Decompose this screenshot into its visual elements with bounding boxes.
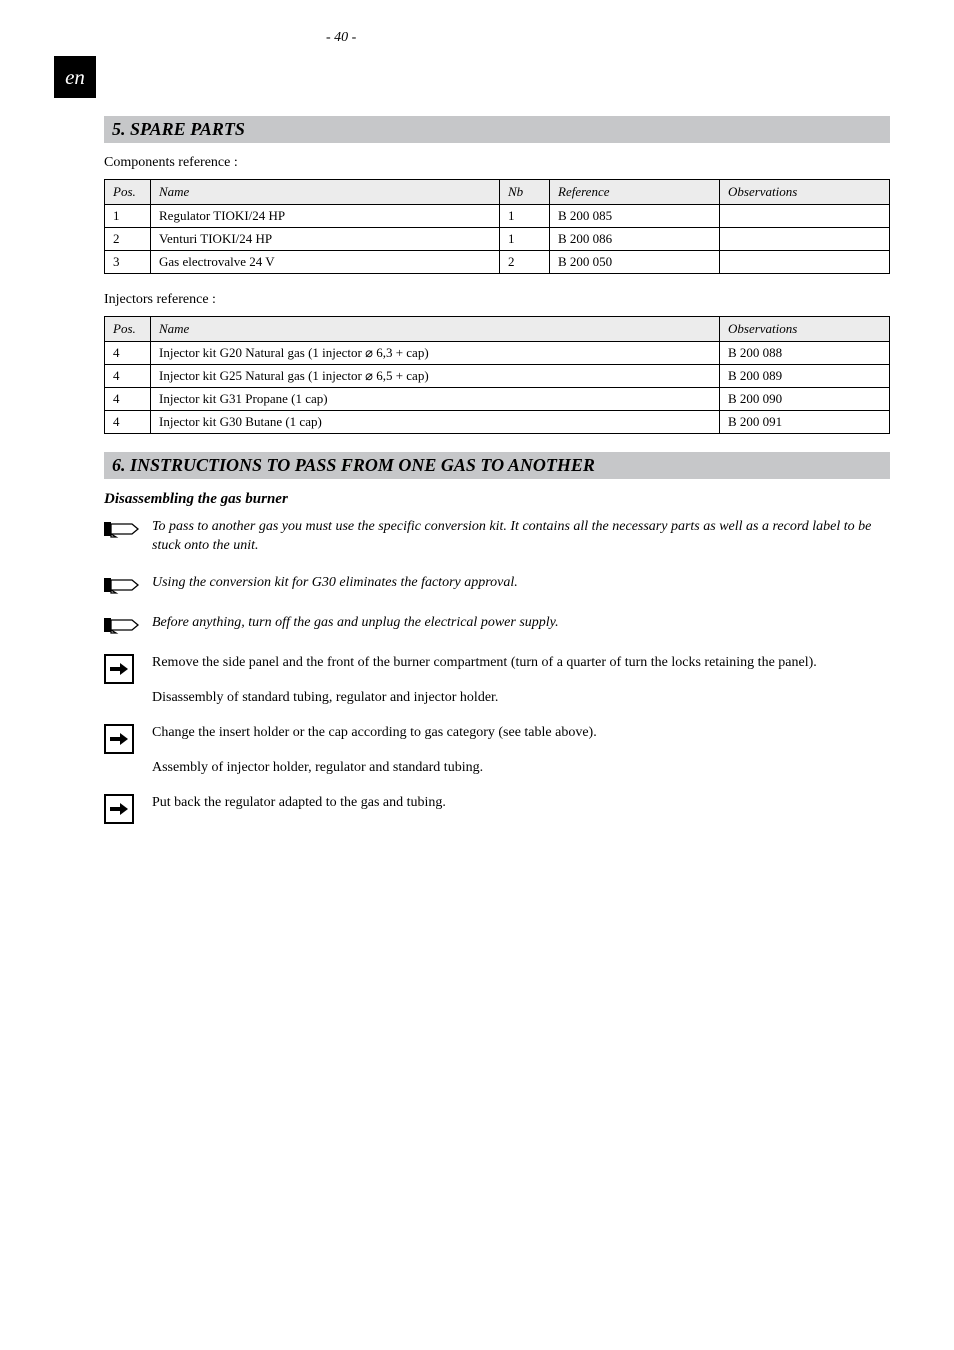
step-text: Put back the regulator adapted to the ga…: [152, 794, 890, 813]
injectors-table-head: Pos. Name Observations: [105, 317, 890, 342]
step-subtext: Assembly of injector holder, regulator a…: [152, 760, 890, 776]
note-text: Using the conversion kit for G30 elimina…: [152, 574, 890, 593]
arrow-box-icon: [104, 794, 140, 824]
section-6-title: 6. INSTRUCTIONS TO PASS FROM ONE GAS TO …: [104, 452, 890, 479]
note-text: To pass to another gas you must use the …: [152, 518, 890, 556]
components-intro: Components reference :: [104, 155, 890, 171]
cell-name: Regulator TIOKI/24 HP: [151, 205, 500, 228]
injectors-table: Pos. Name Observations 4 Injector kit G2…: [104, 316, 890, 434]
th-name: Name: [151, 180, 500, 205]
cell-pos: 4: [105, 342, 151, 365]
step-text: Remove the side panel and the front of t…: [152, 654, 890, 673]
cell-obs: B 200 088: [720, 342, 890, 365]
table-header-row: Pos. Name Nb Reference Observations: [105, 180, 890, 205]
cell-obs: B 200 090: [720, 388, 890, 411]
cell-name: Injector kit G30 Butane (1 cap): [151, 411, 720, 434]
step-item: Remove the side panel and the front of t…: [104, 654, 890, 684]
language-tab: en: [54, 56, 96, 98]
table-row: 4 Injector kit G20 Natural gas (1 inject…: [105, 342, 890, 365]
note-text: Before anything, turn off the gas and un…: [152, 614, 890, 633]
arrow-box-icon: [104, 654, 140, 684]
table-row: 3 Gas electrovalve 24 V 2 B 200 050: [105, 251, 890, 274]
th-ref: Reference: [550, 180, 720, 205]
cell-ref: B 200 086: [550, 228, 720, 251]
cell-pos: 4: [105, 388, 151, 411]
table-row: 4 Injector kit G30 Butane (1 cap) B 200 …: [105, 411, 890, 434]
pointing-hand-icon: [104, 614, 140, 636]
table-row: 1 Regulator TIOKI/24 HP 1 B 200 085: [105, 205, 890, 228]
note-item: Using the conversion kit for G30 elimina…: [104, 574, 890, 596]
injectors-intro: Injectors reference :: [104, 292, 890, 308]
cell-name: Venturi TIOKI/24 HP: [151, 228, 500, 251]
th-pos: Pos.: [105, 317, 151, 342]
cell-name: Gas electrovalve 24 V: [151, 251, 500, 274]
pointing-hand-icon: [104, 518, 140, 540]
table-row: 2 Venturi TIOKI/24 HP 1 B 200 086: [105, 228, 890, 251]
table-header-row: Pos. Name Observations: [105, 317, 890, 342]
step-text: Change the insert holder or the cap acco…: [152, 724, 890, 743]
pointing-hand-icon: [104, 574, 140, 596]
cell-pos: 4: [105, 411, 151, 434]
cell-pos: 1: [105, 205, 151, 228]
cell-obs: B 200 089: [720, 365, 890, 388]
language-code: en: [65, 65, 85, 90]
table-row: 4 Injector kit G31 Propane (1 cap) B 200…: [105, 388, 890, 411]
cell-pos: 2: [105, 228, 151, 251]
cell-name: Injector kit G20 Natural gas (1 injector…: [151, 342, 720, 365]
page-root: en - 40 - 5. SPARE PARTS Components refe…: [0, 0, 954, 870]
cell-obs: B 200 091: [720, 411, 890, 434]
th-nb: Nb: [500, 180, 550, 205]
cell-ref: B 200 085: [550, 205, 720, 228]
cell-obs: [720, 228, 890, 251]
cell-name: Injector kit G25 Natural gas (1 injector…: [151, 365, 720, 388]
components-table-head: Pos. Name Nb Reference Observations: [105, 180, 890, 205]
cell-name: Injector kit G31 Propane (1 cap): [151, 388, 720, 411]
th-name: Name: [151, 317, 720, 342]
instructions-heading: Disassembling the gas burner: [104, 491, 890, 508]
components-table: Pos. Name Nb Reference Observations 1 Re…: [104, 179, 890, 274]
step-item: Change the insert holder or the cap acco…: [104, 724, 890, 754]
th-pos: Pos.: [105, 180, 151, 205]
step-subtext: Disassembly of standard tubing, regulato…: [152, 690, 890, 706]
cell-obs: [720, 205, 890, 228]
section-5-title: 5. SPARE PARTS: [104, 116, 890, 143]
cell-ref: B 200 050: [550, 251, 720, 274]
cell-pos: 4: [105, 365, 151, 388]
page-number: - 40 -: [326, 30, 356, 46]
th-obs: Observations: [720, 317, 890, 342]
cell-nb: 1: [500, 205, 550, 228]
section-spare-parts: 5. SPARE PARTS Components reference : Po…: [104, 116, 890, 824]
cell-nb: 1: [500, 228, 550, 251]
arrow-box-icon: [104, 724, 140, 754]
note-item: To pass to another gas you must use the …: [104, 518, 890, 556]
cell-obs: [720, 251, 890, 274]
step-item: Put back the regulator adapted to the ga…: [104, 794, 890, 824]
table-row: 4 Injector kit G25 Natural gas (1 inject…: [105, 365, 890, 388]
cell-pos: 3: [105, 251, 151, 274]
cell-nb: 2: [500, 251, 550, 274]
th-obs: Observations: [720, 180, 890, 205]
note-item: Before anything, turn off the gas and un…: [104, 614, 890, 636]
